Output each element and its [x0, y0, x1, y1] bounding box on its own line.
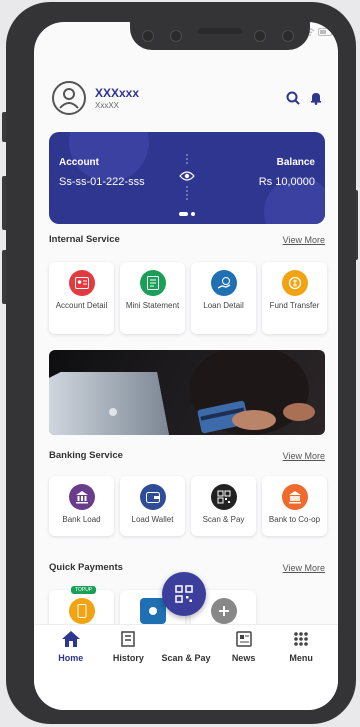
battery-icon	[318, 28, 334, 36]
notch	[130, 22, 310, 50]
balance-label: Balance	[276, 157, 315, 168]
banking-service-tiles: Bank Load Load Wallet Scan & Pay Bank to…	[49, 476, 327, 536]
banking-service-header: Banking Service View More	[49, 450, 325, 461]
tile-label: Load Wallet	[131, 515, 174, 524]
history-icon	[121, 631, 136, 647]
tile-label: Loan Detail	[203, 301, 244, 310]
view-more-link[interactable]: View More	[283, 235, 325, 245]
nav-history[interactable]: History	[100, 629, 156, 663]
account-detail-tile[interactable]: Account Detail	[49, 262, 114, 334]
user-name: XXXxxx	[95, 85, 140, 100]
tile-label: Mini Statement	[125, 301, 180, 310]
statement-icon	[139, 270, 166, 296]
laptop-card-image	[49, 350, 315, 435]
user-icon	[59, 88, 79, 109]
app-screen: XXXxxx XxxXX Account Ss-ss-01-222-sss Ba…	[34, 22, 338, 710]
avatar[interactable]	[52, 81, 86, 115]
bank-load-tile[interactable]: Bank Load	[49, 476, 114, 536]
account-number: Ss-ss-01-222-sss	[59, 176, 145, 188]
carousel-dots	[49, 212, 325, 216]
load-wallet-tile[interactable]: Load Wallet	[120, 476, 185, 536]
account-card-icon	[68, 270, 95, 296]
view-more-link[interactable]: View More	[283, 563, 325, 573]
fund-transfer-tile[interactable]: Fund Transfer	[262, 262, 327, 334]
nav-menu[interactable]: Menu	[273, 629, 329, 663]
menu-grid-icon	[294, 632, 308, 646]
nav-label: History	[112, 653, 144, 663]
section-title: Banking Service	[49, 450, 123, 461]
nav-news[interactable]: News	[216, 629, 272, 663]
qr-icon	[210, 484, 237, 510]
add-icon	[210, 598, 237, 624]
bell-icon[interactable]	[310, 91, 322, 105]
phone-frame: XXXxxx XxxXX Account Ss-ss-01-222-sss Ba…	[6, 2, 356, 724]
tile-label: Account Detail	[55, 301, 108, 310]
mini-statement-tile[interactable]: Mini Statement	[120, 262, 185, 334]
mobile-topup-icon	[68, 598, 95, 624]
balance-value: Rs 10,0000	[258, 176, 315, 188]
bank-transfer-icon	[281, 484, 308, 510]
bottom-navigation: Home History Scan & Pay News Menu	[34, 624, 338, 710]
bank-to-coop-tile[interactable]: Bank to Co-op	[262, 476, 327, 536]
scan-pay-fab[interactable]	[162, 572, 206, 616]
coin-transfer-icon	[281, 270, 308, 296]
view-more-link[interactable]: View More	[283, 451, 325, 461]
wallet-icon	[139, 484, 166, 510]
section-title: Quick Payments	[49, 562, 123, 573]
topup-badge: TOPUP	[71, 586, 97, 594]
nav-label: Menu	[289, 653, 313, 663]
news-icon	[235, 631, 252, 647]
nav-home[interactable]: Home	[43, 629, 99, 663]
device-mockup: XXXxxx XxxXX Account Ss-ss-01-222-sss Ba…	[0, 0, 360, 727]
account-card[interactable]: Account Ss-ss-01-222-sss Balance Rs 10,0…	[49, 132, 325, 224]
nav-label: News	[231, 653, 256, 663]
nav-scan-pay[interactable]: Scan & Pay	[158, 629, 214, 663]
eye-icon[interactable]	[179, 170, 195, 182]
bank-icon	[68, 484, 95, 510]
internal-service-tiles: Account Detail Mini Statement Loan Detai…	[49, 262, 327, 334]
nav-label: Home	[58, 653, 84, 663]
account-label: Account	[59, 157, 99, 168]
loan-hand-icon	[210, 270, 237, 296]
bill-icon	[139, 598, 166, 624]
tile-label: Fund Transfer	[269, 301, 320, 310]
nav-label: Scan & Pay	[161, 653, 211, 663]
scan-pay-tile[interactable]: Scan & Pay	[191, 476, 256, 536]
search-icon[interactable]	[286, 91, 300, 105]
tile-label: Bank Load	[62, 515, 101, 524]
tile-label: Bank to Co-op	[268, 515, 321, 524]
promo-banner[interactable]	[49, 350, 325, 435]
qr-scan-icon	[175, 585, 193, 603]
app-header: XXXxxx XxxXX	[52, 78, 322, 118]
home-icon	[61, 631, 80, 647]
internal-service-header: Internal Service View More	[49, 234, 325, 245]
tile-label: Scan & Pay	[202, 515, 245, 524]
loan-detail-tile[interactable]: Loan Detail	[191, 262, 256, 334]
section-title: Internal Service	[49, 234, 120, 245]
user-subtitle: XxxXX	[95, 100, 120, 110]
